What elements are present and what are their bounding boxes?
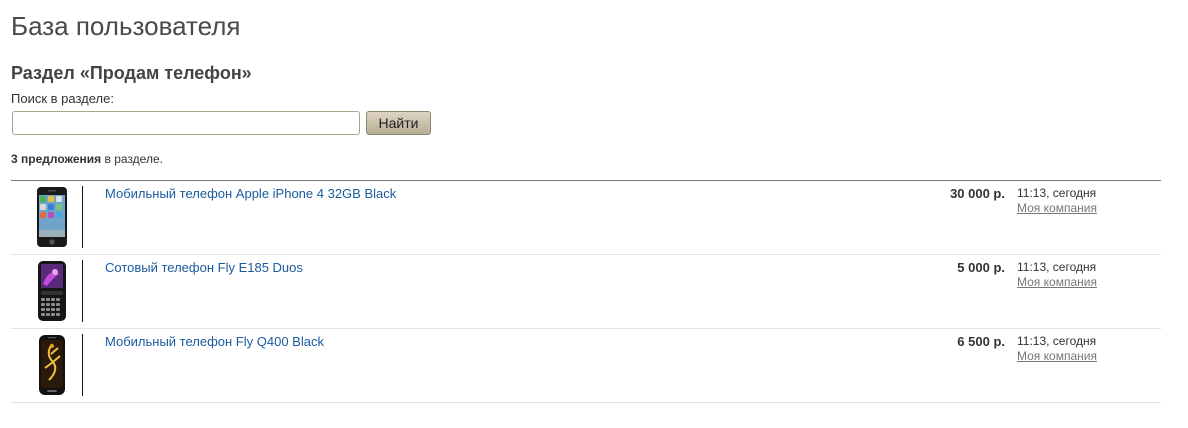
listing-title-link[interactable]: Мобильный телефон Apple iPhone 4 32GB Bl… xyxy=(105,186,396,202)
row-divider xyxy=(82,334,83,396)
listing-company-link[interactable]: Моя компания xyxy=(1017,275,1097,290)
row-divider xyxy=(82,186,83,248)
listing-company-link[interactable]: Моя компания xyxy=(1017,349,1097,364)
listing-table: Мобильный телефон Apple iPhone 4 32GB Bl… xyxy=(11,180,1161,403)
listing-time: 11:13, сегодня xyxy=(1017,334,1097,348)
section-title: Раздел «Продам телефон» xyxy=(11,63,252,83)
listing-time: 11:13, сегодня xyxy=(1017,186,1097,200)
page-title: База пользователя xyxy=(11,11,241,41)
listing-title-link[interactable]: Мобильный телефон Fly Q400 Black xyxy=(105,334,324,350)
listing-row: Сотовый телефон Fly E185 Duos 5 000 р. 1… xyxy=(11,255,1161,329)
listing-price: 5 000 р. xyxy=(957,260,1005,275)
listing-title-link[interactable]: Сотовый телефон Fly E185 Duos xyxy=(105,260,303,276)
listing-company-link[interactable]: Моя компания xyxy=(1017,201,1097,216)
row-divider xyxy=(82,260,83,322)
results-count-suffix: в разделе. xyxy=(101,152,163,166)
listing-time: 11:13, сегодня xyxy=(1017,260,1097,274)
fly-q400-thumbnail-icon[interactable] xyxy=(33,334,71,396)
listing-price: 6 500 р. xyxy=(957,334,1005,349)
results-count: 3 предложения в разделе. xyxy=(11,151,163,167)
search-input[interactable] xyxy=(12,111,360,135)
listing-row: Мобильный телефон Apple iPhone 4 32GB Bl… xyxy=(11,181,1161,255)
search-label: Поиск в разделе: xyxy=(11,91,114,106)
fly-e185-thumbnail-icon[interactable] xyxy=(33,260,71,322)
listing-price: 30 000 р. xyxy=(950,186,1005,201)
iphone-thumbnail-icon[interactable] xyxy=(33,186,71,248)
results-count-number: 3 предложения xyxy=(11,152,102,166)
listing-row: Мобильный телефон Fly Q400 Black 6 500 р… xyxy=(11,329,1161,403)
search-button[interactable]: Найти xyxy=(366,111,431,135)
